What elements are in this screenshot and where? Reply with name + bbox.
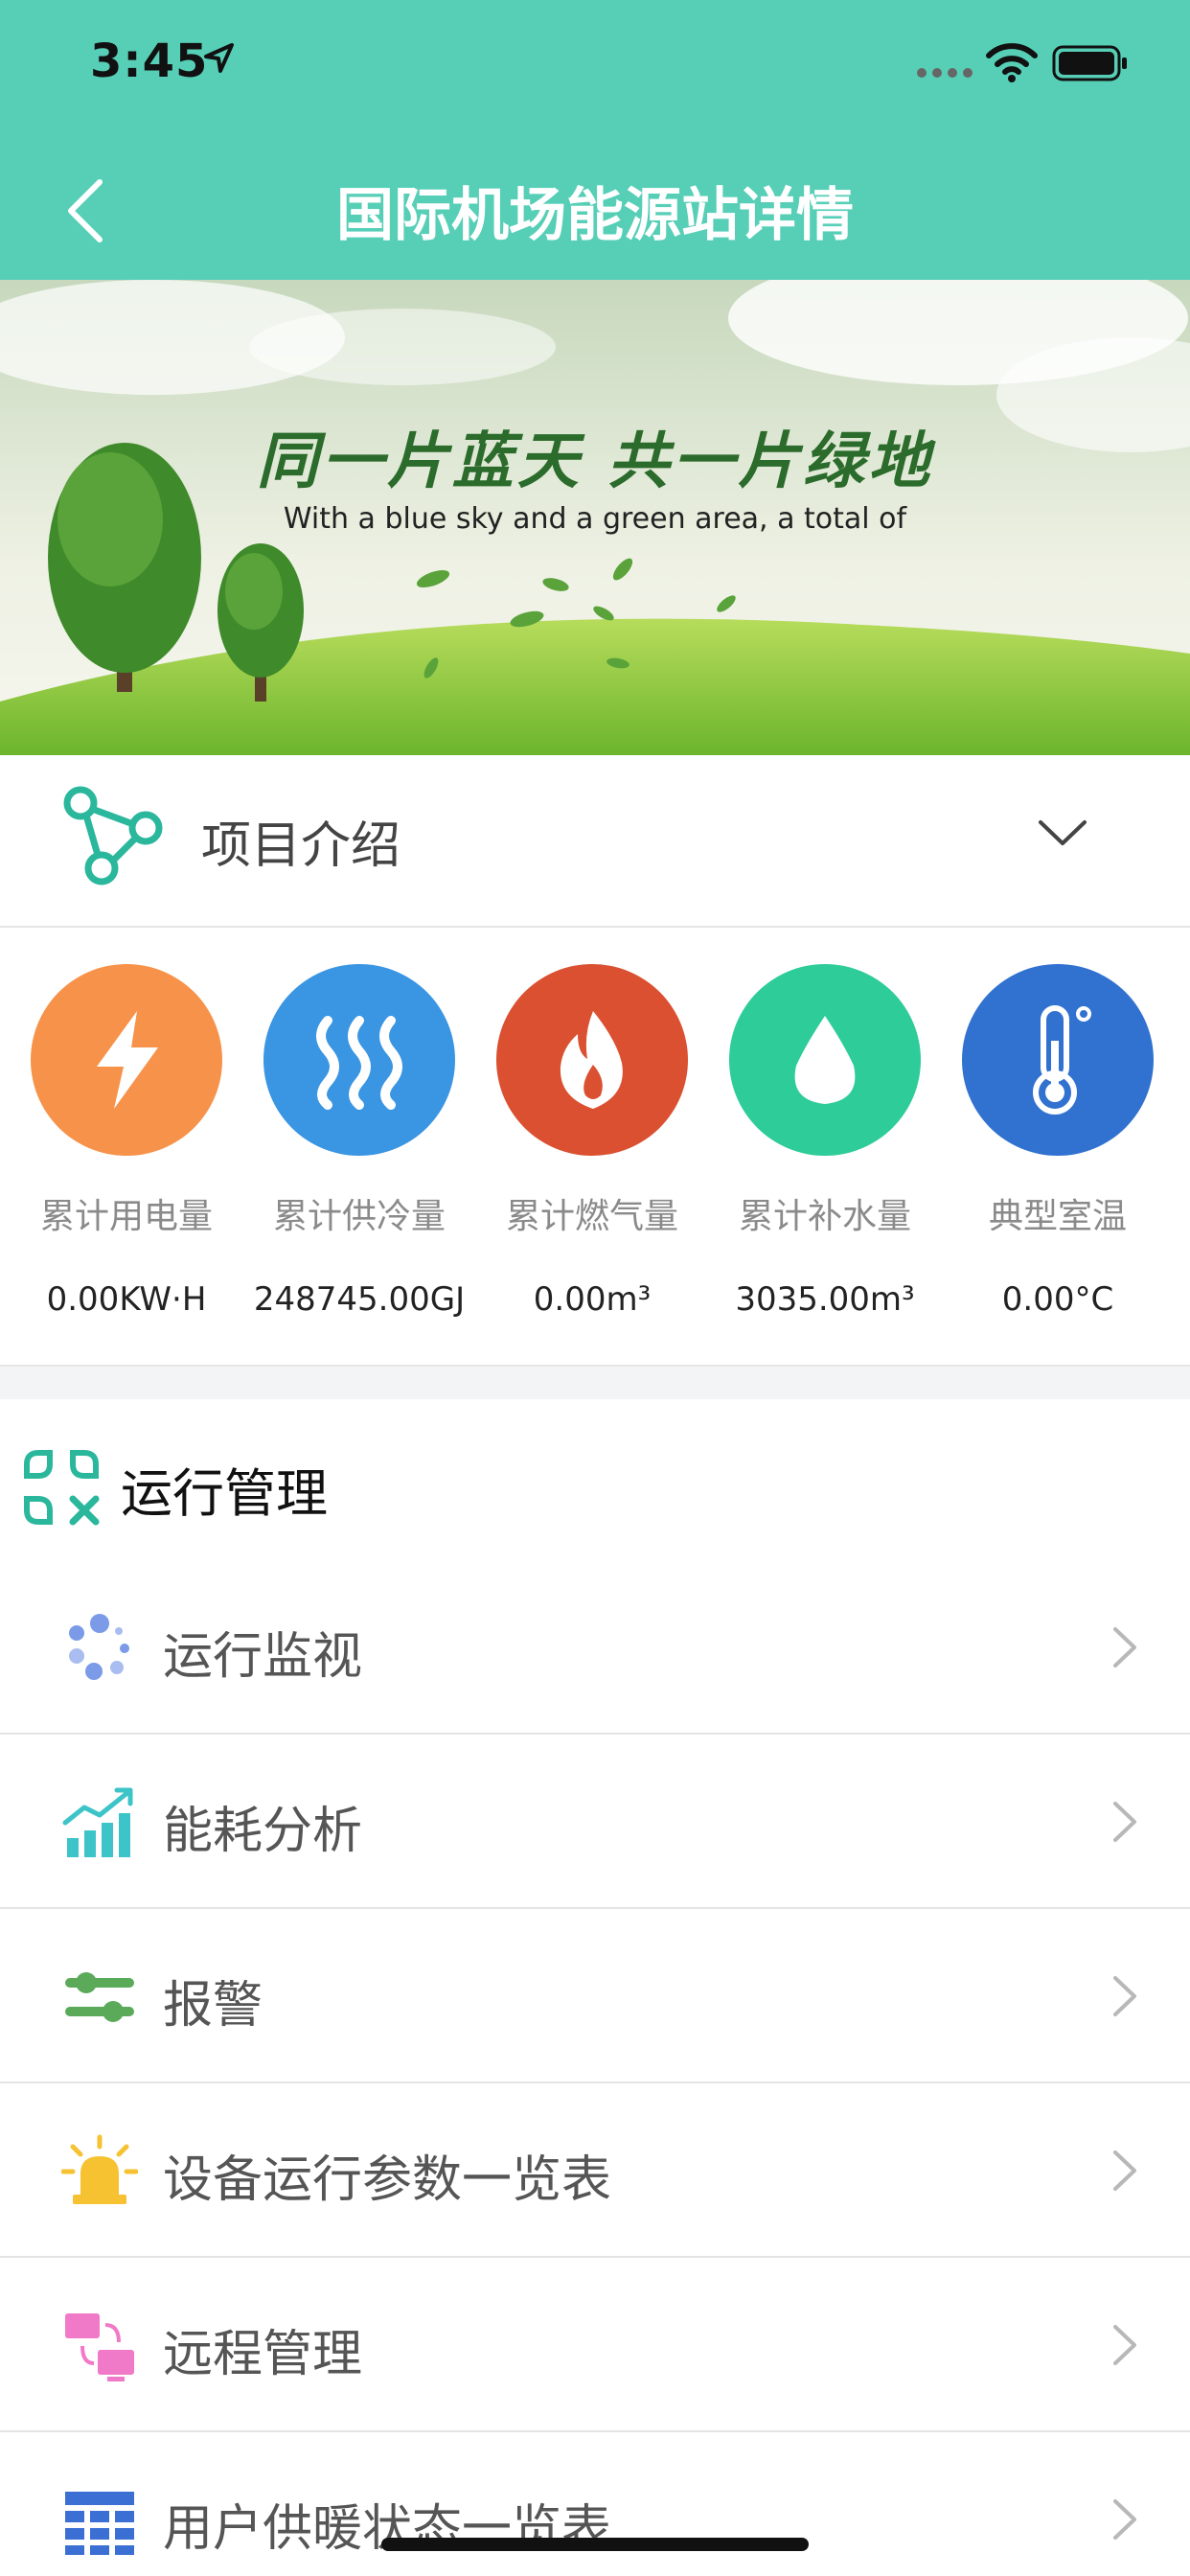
chevron-right-icon [1113, 1976, 1136, 2016]
stat-cooling: 累计供冷量 248745.00GJ [244, 964, 474, 1319]
stat-electricity: 累计用电量 0.00KW·H [11, 964, 241, 1319]
home-indicator[interactable] [381, 2538, 809, 2551]
stat-temperature: 典型室温 0.00°C [943, 964, 1173, 1319]
operation-management-header: 运行管理 [0, 1399, 1190, 1562]
steam-icon [316, 1016, 402, 1110]
lightning-icon [97, 1011, 158, 1109]
stat-value: 0.00KW·H [46, 1280, 207, 1319]
signal-dots-icon [917, 68, 973, 78]
menu-item-run-monitor[interactable]: 运行监视 [0, 1560, 1190, 1735]
stat-label: 累计供冷量 [272, 1197, 446, 1236]
monitor-dots-icon [69, 1614, 129, 1680]
status-time: 3:45 [90, 34, 209, 88]
section-divider [0, 1365, 1190, 1401]
page-title: 国际机场能源站详情 [336, 182, 854, 249]
menu-item-label: 设备运行参数一览表 [163, 2151, 612, 2209]
banner-slogan-cn: 同一片蓝天 共一片绿地 [256, 426, 934, 497]
stat-circle [729, 964, 921, 1156]
menu-item-label: 运行监视 [163, 1628, 363, 1686]
menu-item-equipment-params[interactable]: 设备运行参数一览表 [0, 2083, 1190, 2258]
chevron-right-icon [1113, 1627, 1136, 1668]
water-drop-icon [794, 1016, 856, 1104]
share-nodes-icon [63, 786, 163, 886]
chevron-down-icon [1039, 820, 1087, 845]
stat-label: 累计补水量 [738, 1197, 911, 1236]
chevron-right-icon [1113, 2150, 1136, 2191]
menu-item-label: 报警 [163, 1977, 263, 2035]
chart-trend-icon [62, 1787, 133, 1857]
stat-water: 累计补水量 3035.00m³ [710, 964, 940, 1319]
apps-tools-icon [24, 1450, 100, 1526]
battery-icon [1052, 45, 1127, 81]
wifi-icon [986, 43, 1038, 82]
grid-table-icon [65, 2492, 134, 2555]
menu-item-heating-status[interactable]: 用户供暖状态一览表 [0, 2432, 1190, 2576]
banner-slogan-en: With a blue sky and a green area, a tota… [283, 502, 907, 536]
stat-circle [962, 964, 1154, 1156]
chevron-right-icon [1113, 1802, 1136, 1842]
stat-circle [496, 964, 688, 1156]
chevron-right-icon [1113, 2325, 1136, 2365]
menu-item-label: 远程管理 [163, 2326, 363, 2383]
chevron-right-icon [1113, 2499, 1136, 2540]
location-arrow-icon [204, 43, 234, 73]
flame-icon [560, 1011, 623, 1109]
banner-image: 同一片蓝天 共一片绿地 With a blue sky and a green … [0, 280, 1190, 755]
stat-label: 典型室温 [988, 1197, 1127, 1236]
menu-item-label: 能耗分析 [163, 1803, 363, 1860]
thermometer-icon [1033, 1005, 1091, 1115]
section-title: 运行管理 [121, 1463, 328, 1524]
stat-value: 248745.00GJ [253, 1280, 466, 1319]
menu-item-energy-analysis[interactable]: 能耗分析 [0, 1735, 1190, 1909]
stat-label: 累计用电量 [39, 1197, 213, 1236]
alarm-sliders-icon [65, 1972, 134, 2022]
project-intro-label: 项目介绍 [201, 817, 401, 875]
stat-label: 累计燃气量 [505, 1197, 678, 1236]
menu-item-remote-management[interactable]: 远程管理 [0, 2258, 1190, 2432]
stat-circle [31, 964, 222, 1156]
stats-row: 累计用电量 0.00KW·H 累计供冷量 248745.00GJ 累计燃气量 0… [0, 928, 1190, 1365]
stat-gas: 累计燃气量 0.00m³ [477, 964, 707, 1319]
stat-value: 3035.00m³ [735, 1280, 915, 1319]
navigation-header: 3:45 国际机场能源站详情 [0, 0, 1190, 280]
remote-manage-icon [65, 2313, 134, 2381]
alarm-light-icon [61, 2134, 138, 2204]
project-intro-row[interactable]: 项目介绍 [0, 755, 1190, 928]
stat-value: 0.00°C [1001, 1280, 1114, 1319]
stat-value: 0.00m³ [533, 1280, 652, 1319]
stat-circle [263, 964, 455, 1156]
menu-item-alarm[interactable]: 报警 [0, 1909, 1190, 2083]
